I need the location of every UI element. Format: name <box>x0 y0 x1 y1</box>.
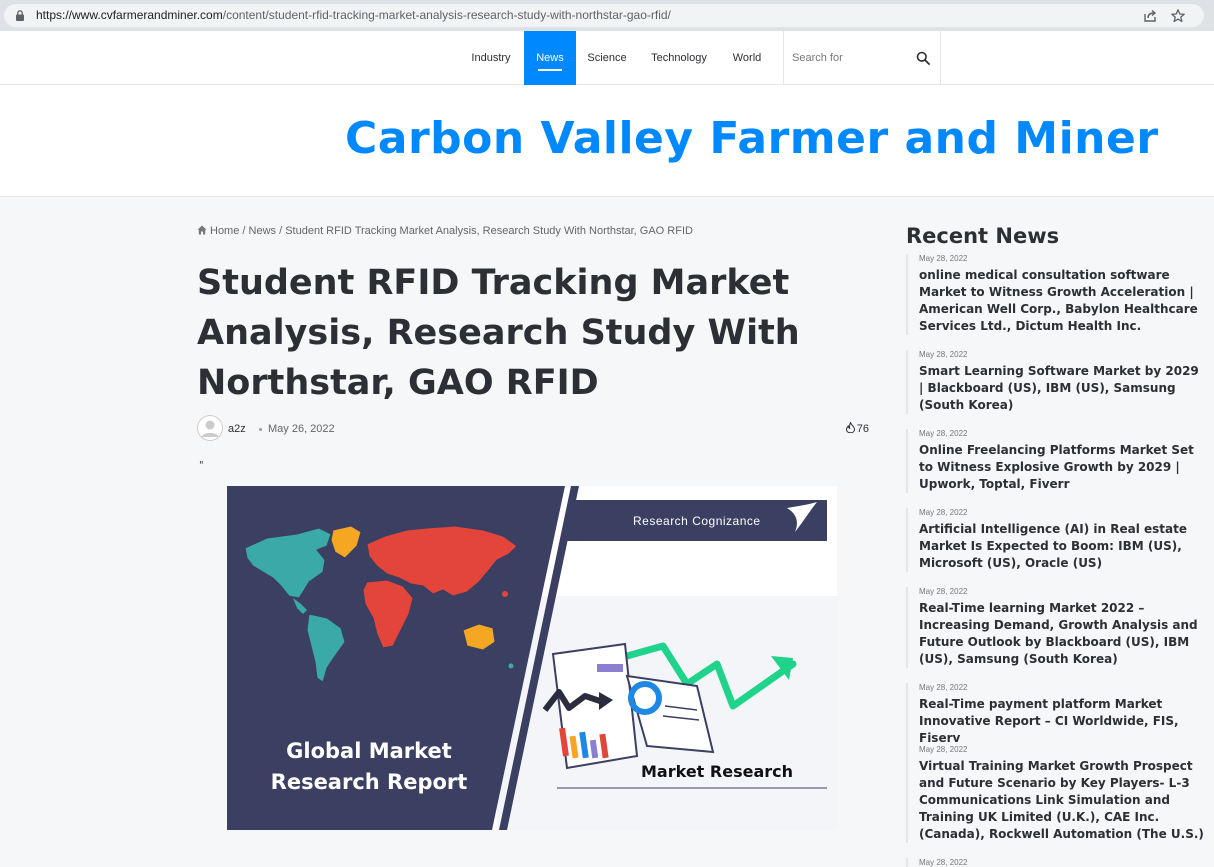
news-item: May 28, 2022 Smart Learning Software Mar… <box>906 350 1206 414</box>
breadcrumb-section[interactable]: News <box>249 225 277 237</box>
news-link[interactable]: Real-Time payment platform Market Innova… <box>919 696 1206 747</box>
sidebar-recent-news: Recent News May 28, 2022 online medical … <box>906 224 1206 867</box>
hero-brand-text: Research Cognizance <box>633 514 761 528</box>
search-icon[interactable] <box>916 51 930 65</box>
news-item: May 28, 2022 Artificial Intelligence (AI… <box>906 508 1206 572</box>
news-date: May 28, 2022 <box>919 683 968 692</box>
news-date: May 28, 2022 <box>919 587 968 596</box>
nav-item-technology[interactable]: Technology <box>637 31 721 85</box>
nav-item-industry[interactable]: Industry <box>458 31 524 85</box>
news-date: May 28, 2022 <box>919 508 968 517</box>
article-featured-image: Research Cognizance Global Market Resear… <box>227 486 837 830</box>
news-item: May 28, 2022 Virtual Training Market Gro… <box>906 745 1206 843</box>
news-date: May 28, 2022 <box>919 429 968 438</box>
hero-global-text: Global Market Research Report <box>270 739 468 794</box>
browser-toolbar: https://www.cvfarmerandminer.com/content… <box>0 0 1214 31</box>
article-meta: a2z May 26, 2022 76 <box>197 414 869 444</box>
lock-icon <box>16 10 24 21</box>
site-title[interactable]: Carbon Valley Farmer and Miner <box>345 113 1159 164</box>
news-link[interactable]: Real-Time learning Market 2022 – Increas… <box>919 600 1206 668</box>
view-count: 76 <box>845 422 869 435</box>
nav-item-science[interactable]: Science <box>577 31 637 85</box>
hero-market-text: Market Research <box>641 762 793 781</box>
site-header: Carbon Valley Farmer and Miner <box>0 85 1214 197</box>
author-link[interactable]: a2z <box>228 423 246 435</box>
share-icon[interactable] <box>1142 8 1158 24</box>
avatar[interactable] <box>197 415 223 441</box>
main-navigation: Industry News Science Technology World <box>0 31 1214 85</box>
news-link[interactable]: Online Freelancing Platforms Market Set … <box>919 442 1206 493</box>
news-item: May 28, 2022 Online Freelancing Platform… <box>906 429 1206 493</box>
nav-item-news[interactable]: News <box>524 31 576 85</box>
search-input[interactable] <box>792 49 912 67</box>
user-icon <box>197 415 223 441</box>
breadcrumb: Home / News / Student RFID Tracking Mark… <box>197 225 693 237</box>
home-icon <box>197 225 207 235</box>
nav-item-world[interactable]: World <box>721 31 773 85</box>
search-box <box>783 31 941 85</box>
article-date: May 26, 2022 <box>268 423 335 435</box>
sidebar-title: Recent News <box>906 224 1060 248</box>
news-item: May 28, 2022 Real-Time learning Market 2… <box>906 587 1206 668</box>
url-host: https://www.cvfarmerandminer.com <box>36 8 223 22</box>
url-path: /content/student-rfid-tracking-market-an… <box>222 8 671 22</box>
news-link[interactable]: Smart Learning Software Market by 2029 |… <box>919 363 1206 414</box>
news-item: May 28, 2022 Real-Time payment platform … <box>906 683 1206 747</box>
news-link[interactable]: Virtual Training Market Growth Prospect … <box>919 758 1206 843</box>
meta-separator <box>259 428 262 431</box>
article-title: Student RFID Tracking Market Analysis, R… <box>197 263 800 403</box>
view-count-value: 76 <box>856 423 869 435</box>
news-item: May 28, 2022 online medical consultation… <box>906 254 1206 335</box>
breadcrumb-home[interactable]: Home <box>210 225 239 237</box>
fire-icon <box>845 422 855 433</box>
news-link[interactable]: online medical consultation software Mar… <box>919 267 1206 335</box>
news-date: May 28, 2022 <box>919 350 968 359</box>
breadcrumb-current: Student RFID Tracking Market Analysis, R… <box>285 225 693 237</box>
quote-mark: " <box>199 460 204 471</box>
address-bar[interactable]: https://www.cvfarmerandminer.com/content… <box>4 4 1204 27</box>
star-icon[interactable] <box>1170 8 1186 24</box>
url-text[interactable]: https://www.cvfarmerandminer.com/content… <box>36 8 671 22</box>
news-date: May 28, 2022 <box>919 254 968 263</box>
news-link[interactable]: Artificial Intelligence (AI) in Real est… <box>919 521 1206 572</box>
news-date: May 28, 2022 <box>919 745 968 754</box>
